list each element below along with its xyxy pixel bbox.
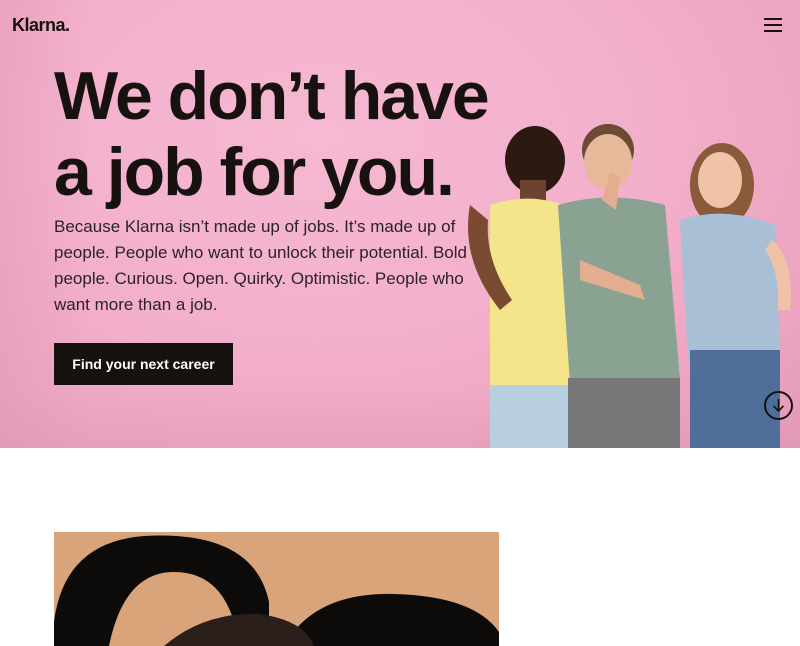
arrow-down-circle-icon[interactable] (764, 391, 793, 420)
hero-headline: We don’t have a job for you. (54, 58, 514, 210)
portrait-photo (54, 532, 499, 646)
hero-section: We don’t have a job for you. Because Kla… (0, 0, 800, 448)
portrait-image (54, 535, 499, 646)
headline-line-1: We don’t have (54, 58, 490, 134)
find-career-button[interactable]: Find your next career (54, 343, 233, 385)
hero-body-text: Because Klarna isn’t made up of jobs. It… (54, 217, 467, 314)
person-middle (558, 124, 680, 448)
menu-line (764, 18, 782, 20)
hamburger-menu-icon[interactable] (764, 18, 784, 34)
headline-line-2: a job for you. (54, 134, 455, 210)
menu-line (764, 30, 782, 32)
arrow-down-glyph (772, 399, 785, 413)
klarna-logo[interactable]: Klarna. (12, 15, 70, 36)
menu-line (764, 24, 782, 26)
